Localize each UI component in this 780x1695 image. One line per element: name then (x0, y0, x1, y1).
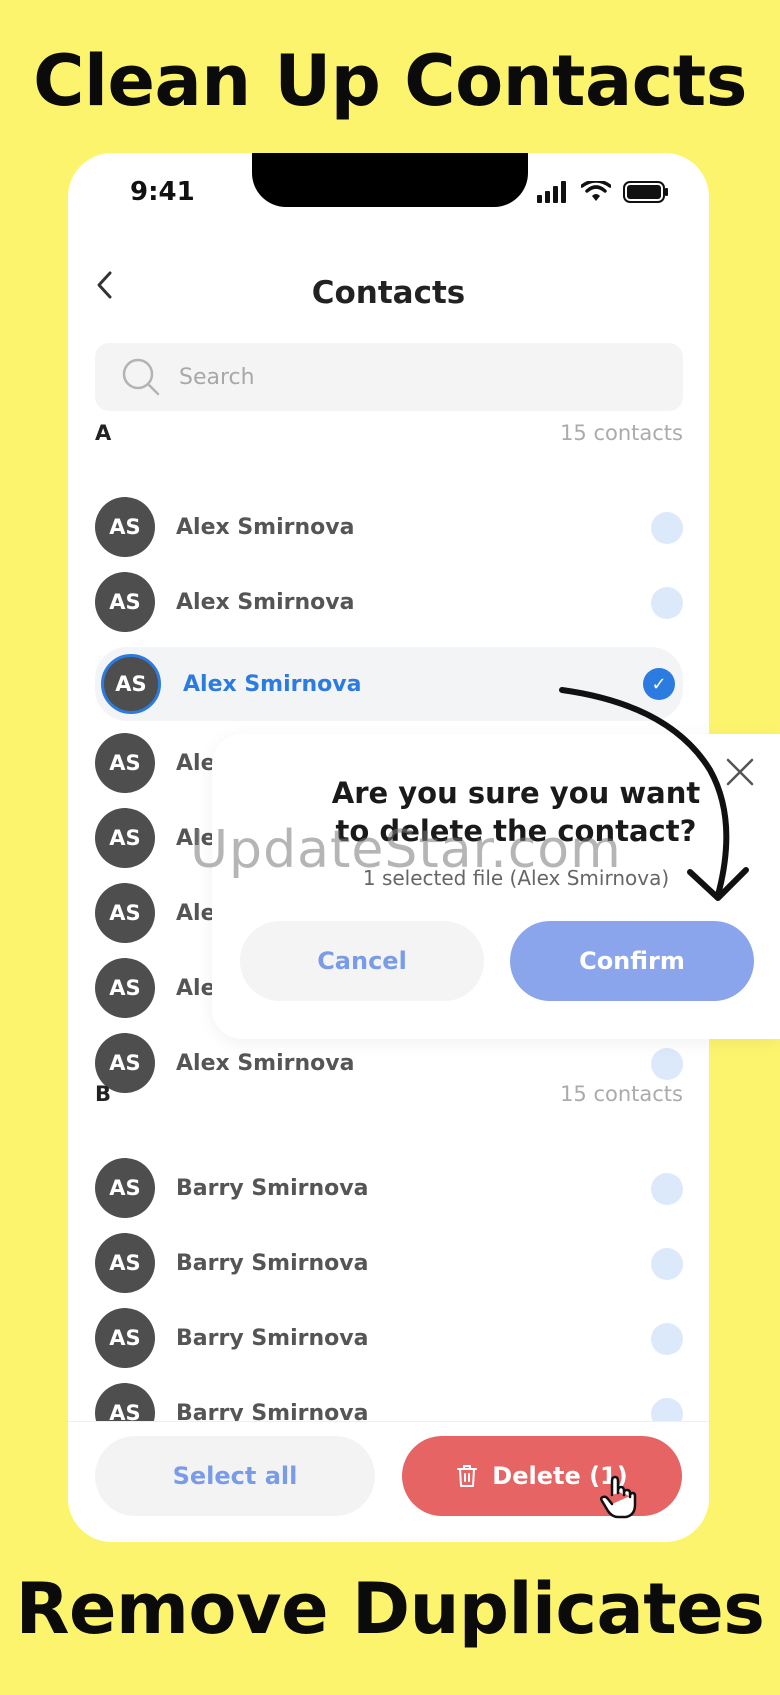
trash-icon (457, 1465, 478, 1487)
curved-arrow-icon (559, 687, 749, 901)
confirm-button[interactable]: Confirm (510, 921, 754, 1001)
avatar: AS (95, 733, 155, 793)
avatar: AS (95, 1308, 155, 1368)
avatar: AS (95, 1233, 155, 1293)
page-title: Contacts (311, 275, 466, 311)
avatar: AS (95, 1158, 155, 1218)
contact-name: Barry Smirnova (176, 1176, 369, 1201)
contact-name: Alex Smirnova (176, 590, 355, 615)
contact-name: Ale (176, 826, 216, 851)
contact-name: Barry Smirnova (176, 1251, 369, 1276)
search-bar[interactable] (95, 343, 683, 411)
status-time: 9:41 (130, 177, 195, 207)
contact-name: Ale (176, 751, 216, 776)
contact-name: Alex Smirnova (183, 672, 362, 697)
avatar: AS (101, 654, 161, 714)
select-checkbox[interactable] (651, 587, 683, 619)
contact-row[interactable]: AS Alex Smirnova (95, 570, 683, 634)
select-checkbox[interactable] (651, 1173, 683, 1205)
contact-name: Alex Smirnova (176, 515, 355, 540)
battery-icon (623, 181, 668, 203)
phone-notch (252, 153, 528, 207)
section-letter: A (95, 421, 112, 445)
wifi-icon (581, 181, 611, 201)
avatar: AS (95, 958, 155, 1018)
section-header-b: B 15 contacts (95, 1082, 683, 1106)
search-icon (122, 358, 160, 396)
select-checkbox[interactable] (651, 512, 683, 544)
select-checkbox[interactable] (651, 1048, 683, 1080)
avatar: AS (95, 808, 155, 868)
headline-top: Clean Up Contacts (33, 40, 747, 122)
hand-cursor-icon (599, 1475, 637, 1519)
select-all-button[interactable]: Select all (95, 1436, 375, 1516)
cancel-button[interactable]: Cancel (240, 921, 484, 1001)
signal-icon (537, 181, 566, 203)
avatar: AS (95, 497, 155, 557)
contact-row[interactable]: AS Barry Smirnova (95, 1306, 683, 1370)
status-icons (537, 181, 669, 203)
contact-row[interactable]: AS Barry Smirnova (95, 1231, 683, 1295)
select-checkbox[interactable] (651, 1248, 683, 1280)
contact-name: Barry Smirnova (176, 1326, 369, 1351)
section-letter: B (95, 1082, 112, 1106)
section-count: 15 contacts (560, 421, 683, 445)
contact-name: Ale (176, 901, 216, 926)
section-header-a: A 15 contacts (95, 421, 683, 445)
contact-row[interactable]: AS Barry Smirnova (95, 1156, 683, 1220)
headline-bottom: Remove Duplicates (15, 1568, 765, 1650)
contact-name: Alex Smirnova (176, 1051, 355, 1076)
section-count: 15 contacts (560, 1082, 683, 1106)
delete-button[interactable]: Delete (1) (402, 1436, 682, 1516)
avatar: AS (95, 572, 155, 632)
search-input[interactable] (179, 364, 579, 390)
contact-name: Ale (176, 976, 216, 1001)
contact-row[interactable]: AS Alex Smirnova (95, 495, 683, 559)
select-checkbox[interactable] (651, 1323, 683, 1355)
avatar: AS (95, 883, 155, 943)
